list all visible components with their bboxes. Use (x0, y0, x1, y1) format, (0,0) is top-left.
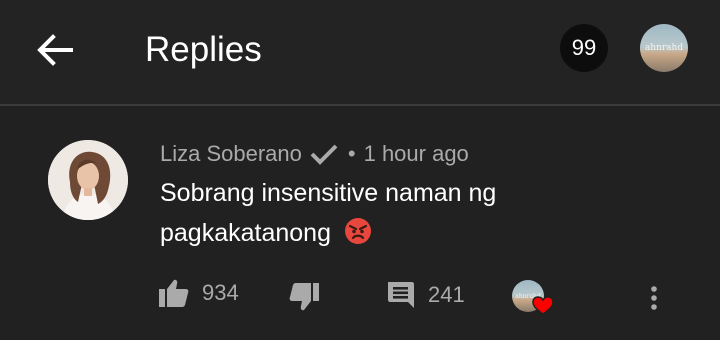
comment-body: Sobrang insensitive naman ng pagkakatano… (160, 173, 580, 257)
check-icon (310, 143, 338, 165)
comment-meta: Liza Soberano • 1 hour ago (160, 140, 469, 168)
heart-icon (532, 296, 554, 315)
reply-count-badge[interactable]: 99 (560, 24, 608, 72)
creator-heart: ahnrahd (512, 280, 556, 320)
like-button[interactable]: 934 (158, 278, 239, 308)
meta-separator: • (347, 141, 356, 166)
dislike-button[interactable] (288, 282, 320, 312)
comment-author[interactable]: Liza Soberano (160, 141, 302, 167)
comment-icon (388, 282, 414, 308)
comment-actions: 934 241 ahnrahd (0, 276, 720, 320)
comment-time[interactable]: 1 hour ago (364, 141, 469, 167)
reply-button[interactable]: 241 (386, 280, 465, 310)
page-title: Replies (145, 30, 262, 69)
comment-text: Sobrang insensitive naman ng pagkakatano… (160, 179, 497, 247)
thumbs-up-icon (159, 279, 189, 307)
more-vertical-icon (651, 286, 657, 310)
arrow-left-icon (37, 34, 73, 66)
reply-count: 241 (428, 282, 465, 307)
angry-face-icon (344, 217, 372, 257)
more-options-button[interactable] (640, 278, 668, 318)
back-button[interactable] (28, 28, 82, 72)
like-count: 934 (202, 280, 239, 305)
account-avatar-text: ahnrahd (644, 43, 684, 53)
author-portrait (48, 140, 128, 220)
comment-author-avatar[interactable] (48, 140, 128, 220)
app-header: Replies 99 ahnrahd (0, 0, 720, 106)
account-avatar[interactable]: ahnrahd (640, 24, 688, 72)
thumbs-down-icon (289, 283, 319, 311)
